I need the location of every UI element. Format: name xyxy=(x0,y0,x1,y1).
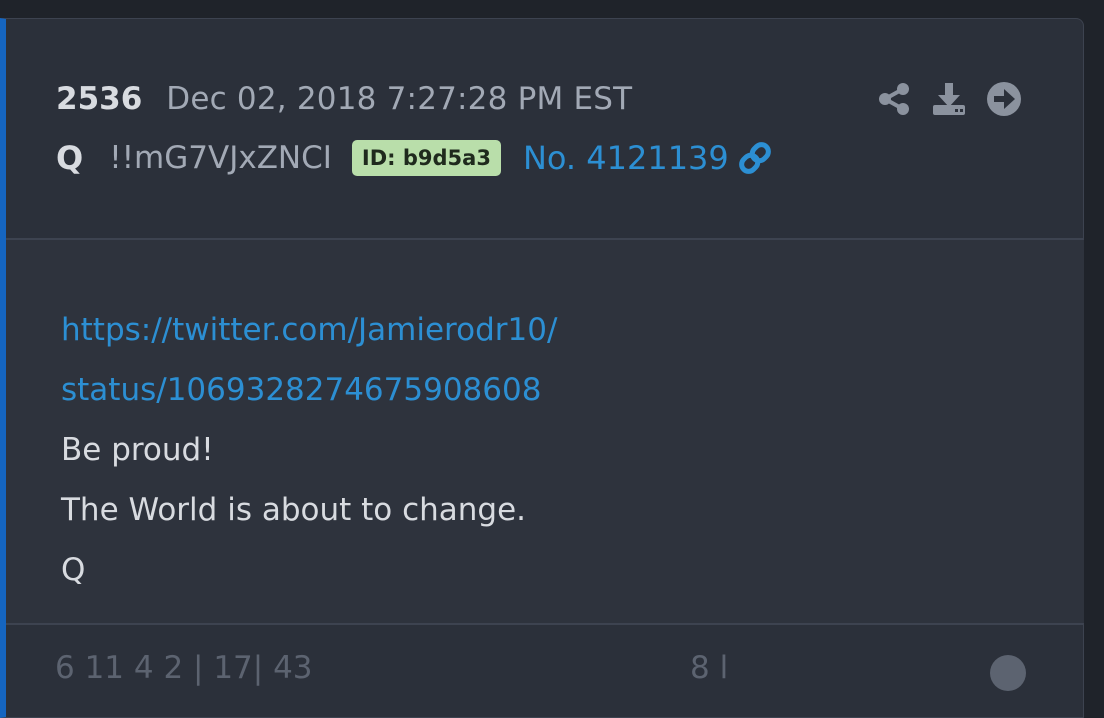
link-icon xyxy=(738,142,771,174)
post-header: 2536 Dec 02, 2018 7:27:28 PM EST Q !!mG7… xyxy=(6,19,1084,240)
post-actions xyxy=(874,79,1039,119)
arrow-right-circle-icon xyxy=(987,82,1021,116)
post-date: Dec 02, 2018 7:27:28 PM EST xyxy=(166,81,633,117)
post-number: 2536 xyxy=(56,81,143,117)
share-icon xyxy=(879,83,909,115)
share-button[interactable] xyxy=(874,79,914,119)
id-badge: ID: b9d5a3 xyxy=(351,140,501,176)
footer-right-text: 8 l xyxy=(690,650,729,686)
post-card: 2536 Dec 02, 2018 7:27:28 PM EST Q !!mG7… xyxy=(0,18,1084,718)
download-icon xyxy=(933,83,965,115)
download-button[interactable] xyxy=(929,79,969,119)
body-line: Be proud! xyxy=(61,432,214,468)
go-to-post-button[interactable] xyxy=(984,79,1024,119)
tweet-link-line1[interactable]: https://twitter.com/Jamierodr10/ xyxy=(61,300,557,360)
body-line: The World is about to change. xyxy=(61,492,527,528)
author-name: Q xyxy=(56,139,84,177)
permalink-button[interactable] xyxy=(737,140,773,176)
post-meta-row: 2536 Dec 02, 2018 7:27:28 PM EST xyxy=(56,81,632,117)
post-number-link[interactable]: No. 4121139 xyxy=(523,139,729,177)
footer-stats: 6 11 4 2 | 17| 43 xyxy=(55,650,313,686)
tripcode: !!mG7VJxZNCI xyxy=(109,140,332,176)
tweet-link-line2[interactable]: status/1069328274675908608 xyxy=(61,360,557,420)
footer-close-icon[interactable] xyxy=(990,655,1026,691)
post-text: https://twitter.com/Jamierodr10/ status/… xyxy=(61,300,557,600)
post-body: https://twitter.com/Jamierodr10/ status/… xyxy=(6,240,1084,625)
post-author-row: Q !!mG7VJxZNCI ID: b9d5a3 No. 4121139 xyxy=(56,139,773,177)
body-line: Q xyxy=(61,552,86,588)
